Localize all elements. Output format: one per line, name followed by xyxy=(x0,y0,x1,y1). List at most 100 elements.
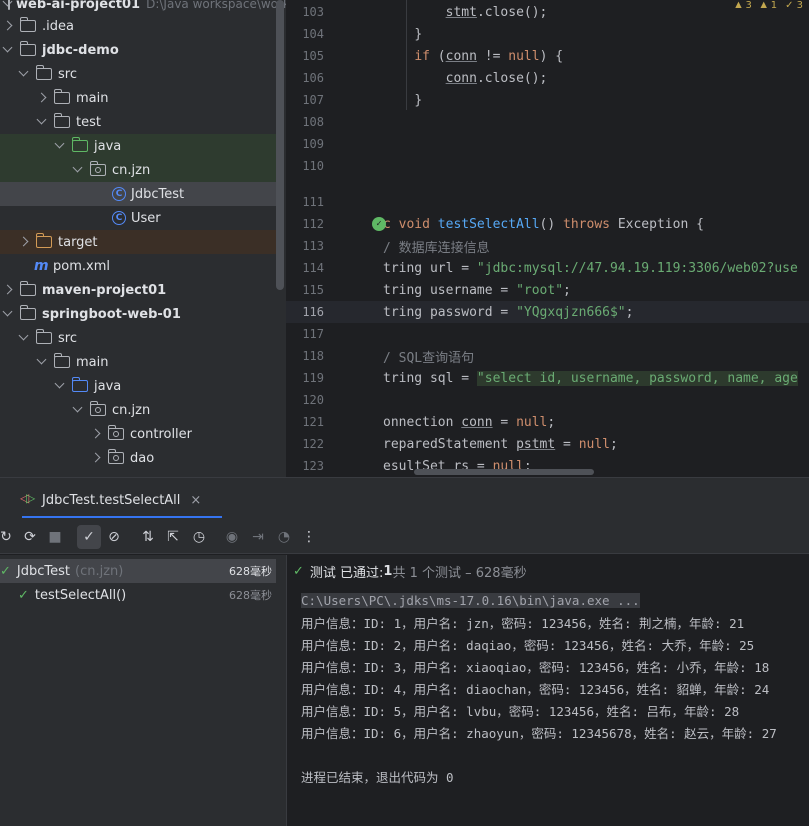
show-ignored-icon[interactable]: ⊘ xyxy=(102,525,126,549)
code-line[interactable]: 114 tring url = "jdbc:mysql://47.94.19.1… xyxy=(286,257,809,279)
stop-icon[interactable]: ■ xyxy=(43,525,67,549)
code-line[interactable]: 119 tring sql = "select id, username, pa… xyxy=(286,367,809,389)
code-line[interactable]: 112 ✓ c void testSelectAll() throws Exce… xyxy=(286,213,809,235)
code-line[interactable]: 104 } xyxy=(286,23,809,45)
chevron-right-icon[interactable] xyxy=(36,92,48,104)
console-line: 用户信息：ID: 3，用户名: xiaoqiao，密码: 123456，姓名: … xyxy=(301,659,770,675)
folder-icon xyxy=(35,329,52,344)
rerun-failed-icon[interactable]: ⟳ xyxy=(18,525,42,549)
console-line: 用户信息：ID: 2，用户名: daqiao，密码: 123456，姓名: 大乔… xyxy=(301,637,755,653)
tree-item-springboot-web-01[interactable]: springboot-web-01 xyxy=(0,302,276,326)
tree-item-main-2[interactable]: main xyxy=(0,350,276,374)
tree-item-idea[interactable]: .idea xyxy=(0,14,276,38)
folder-icon xyxy=(53,89,70,104)
tree-scrollbar[interactable] xyxy=(276,0,284,290)
code-line[interactable]: 121 onnection conn = null; xyxy=(286,411,809,433)
test-duration: 628毫秒 xyxy=(229,589,272,602)
console-line: 用户信息：ID: 1，用户名: jzn，密码: 123456，姓名: 荆之楠，年… xyxy=(301,615,745,631)
test-case-testselectall[interactable]: ✓ testSelectAll() 628毫秒 xyxy=(0,583,276,607)
tree-item-test[interactable]: test xyxy=(0,110,276,134)
chevron-down-icon[interactable] xyxy=(54,380,66,392)
tree-item-java[interactable]: java xyxy=(0,134,276,158)
project-tree: web-ai-project01 D:\Java workspace\work … xyxy=(0,0,286,477)
show-passed-icon[interactable]: ✓ xyxy=(77,525,101,549)
chevron-down-icon[interactable] xyxy=(54,140,66,152)
chevron-right-icon[interactable] xyxy=(2,20,14,32)
code-line[interactable]: 106 conn.close(); xyxy=(286,67,809,89)
chevron-down-icon[interactable] xyxy=(36,116,48,128)
more-icon[interactable]: ⋮ xyxy=(297,525,321,549)
test-results-tree: ✓ JdbcTest (cn.jzn) 628毫秒 ✓ testSelectAl… xyxy=(0,555,286,826)
import-icon[interactable]: ⇥ xyxy=(246,525,270,549)
module-folder-icon xyxy=(19,305,36,320)
active-tab-indicator xyxy=(22,516,222,518)
tree-item-cn-jzn-2[interactable]: cn.jzn xyxy=(0,398,276,422)
code-line[interactable]: 108 xyxy=(286,111,809,133)
code-line[interactable]: 120 xyxy=(286,389,809,411)
tree-item-src[interactable]: src xyxy=(0,62,276,86)
code-line[interactable]: 118 / SQL查询语句 xyxy=(286,345,809,367)
folder-icon xyxy=(53,113,70,128)
console-line: 用户信息：ID: 4，用户名: diaochan，密码: 123456，姓名: … xyxy=(301,681,770,697)
passed-check-icon: ✓ xyxy=(0,563,11,579)
code-line[interactable]: 111 xyxy=(286,191,809,213)
passed-check-icon: ✓ xyxy=(293,563,304,579)
module-folder-icon xyxy=(19,41,36,56)
tree-item-user[interactable]: C User xyxy=(0,206,276,230)
class-icon: C xyxy=(112,187,126,201)
console-output[interactable]: ✓ 测试 已通过: 1 共 1 个测试 – 628毫秒 C:\Users\PC\… xyxy=(286,555,809,826)
editor-horizontal-scrollbar[interactable] xyxy=(414,469,594,475)
chevron-down-icon[interactable] xyxy=(36,356,48,368)
tree-item-src-2[interactable]: src xyxy=(0,326,276,350)
tree-item-jdbc-demo[interactable]: jdbc-demo xyxy=(0,38,276,62)
chevron-down-icon[interactable] xyxy=(2,308,14,320)
tree-item-cn-jzn[interactable]: cn.jzn xyxy=(0,158,276,182)
code-line[interactable]: 103 stmt.close(); xyxy=(286,1,809,23)
tree-item-dao[interactable]: dao xyxy=(0,446,276,470)
close-icon[interactable]: × xyxy=(190,493,201,508)
tree-item-main[interactable]: main xyxy=(0,86,276,110)
tab-jdbctest-testselectall[interactable]: JdbcTest.testSelectAll × xyxy=(20,486,209,514)
chevron-down-icon[interactable] xyxy=(72,164,84,176)
history-icon[interactable]: ◷ xyxy=(187,525,211,549)
test-suite-jdbctest[interactable]: ✓ JdbcTest (cn.jzn) 628毫秒 xyxy=(0,559,276,583)
console-exit-line: 进程已结束，退出代码为 0 xyxy=(301,769,454,785)
chevron-down-icon[interactable] xyxy=(72,404,84,416)
tree-item-jdbctest[interactable]: C JdbcTest xyxy=(0,182,276,206)
chevron-right-icon[interactable] xyxy=(90,428,102,440)
console-line: 用户信息：ID: 5，用户名: lvbu，密码: 123456，姓名: 吕布，年… xyxy=(301,703,740,719)
folder-icon xyxy=(19,17,36,32)
sort-icon[interactable]: ⇅ xyxy=(136,525,160,549)
code-line[interactable]: 109 xyxy=(286,133,809,155)
code-line[interactable]: 117 xyxy=(286,323,809,345)
tree-item-java-2[interactable]: java xyxy=(0,374,276,398)
code-line[interactable]: 107 } xyxy=(286,89,809,111)
code-line[interactable]: 115 tring username = "root"; xyxy=(286,279,809,301)
run-test-gutter-icon[interactable]: ✓ xyxy=(372,217,386,231)
code-line[interactable]: 105 if (conn != null) { xyxy=(286,45,809,67)
camera-icon[interactable]: ◉ xyxy=(220,525,244,549)
chevron-down-icon[interactable] xyxy=(18,332,30,344)
tree-item-target[interactable]: target xyxy=(0,230,276,254)
console-command-line[interactable]: C:\Users\PC\.jdks\ms-17.0.16\bin\java.ex… xyxy=(301,589,640,611)
code-line-current[interactable]: 116 tring password = "YQgxqjzn666$"; xyxy=(286,301,809,323)
tree-item-pom-xml[interactable]: m pom.xml xyxy=(0,254,276,278)
rerun-icon[interactable]: ↻ xyxy=(0,525,18,549)
chevron-right-icon[interactable] xyxy=(18,236,30,248)
code-line[interactable]: 110 xyxy=(286,155,809,177)
chevron-right-icon[interactable] xyxy=(90,452,102,464)
folder-icon xyxy=(35,65,52,80)
code-line[interactable]: 113 / 数据库连接信息 xyxy=(286,235,809,257)
chevron-down-icon[interactable] xyxy=(2,44,14,56)
test-run-icon xyxy=(20,491,36,506)
code-editor[interactable]: ▲ 3 ▲ 1 ✓ 3 103 stmt.close(); 104 } 105 … xyxy=(286,0,809,477)
tree-item-controller[interactable]: controller xyxy=(0,422,276,446)
collapse-icon[interactable]: ⇱ xyxy=(161,525,185,549)
chevron-right-icon[interactable] xyxy=(2,284,14,296)
excluded-folder-icon xyxy=(35,233,52,248)
chevron-down-icon[interactable] xyxy=(18,68,30,80)
tree-item-maven-project01[interactable]: maven-project01 xyxy=(0,278,276,302)
test-duration: 628毫秒 xyxy=(229,565,272,578)
speed-icon[interactable]: ◔ xyxy=(272,525,296,549)
code-line[interactable]: 122 reparedStatement pstmt = null; xyxy=(286,433,809,455)
